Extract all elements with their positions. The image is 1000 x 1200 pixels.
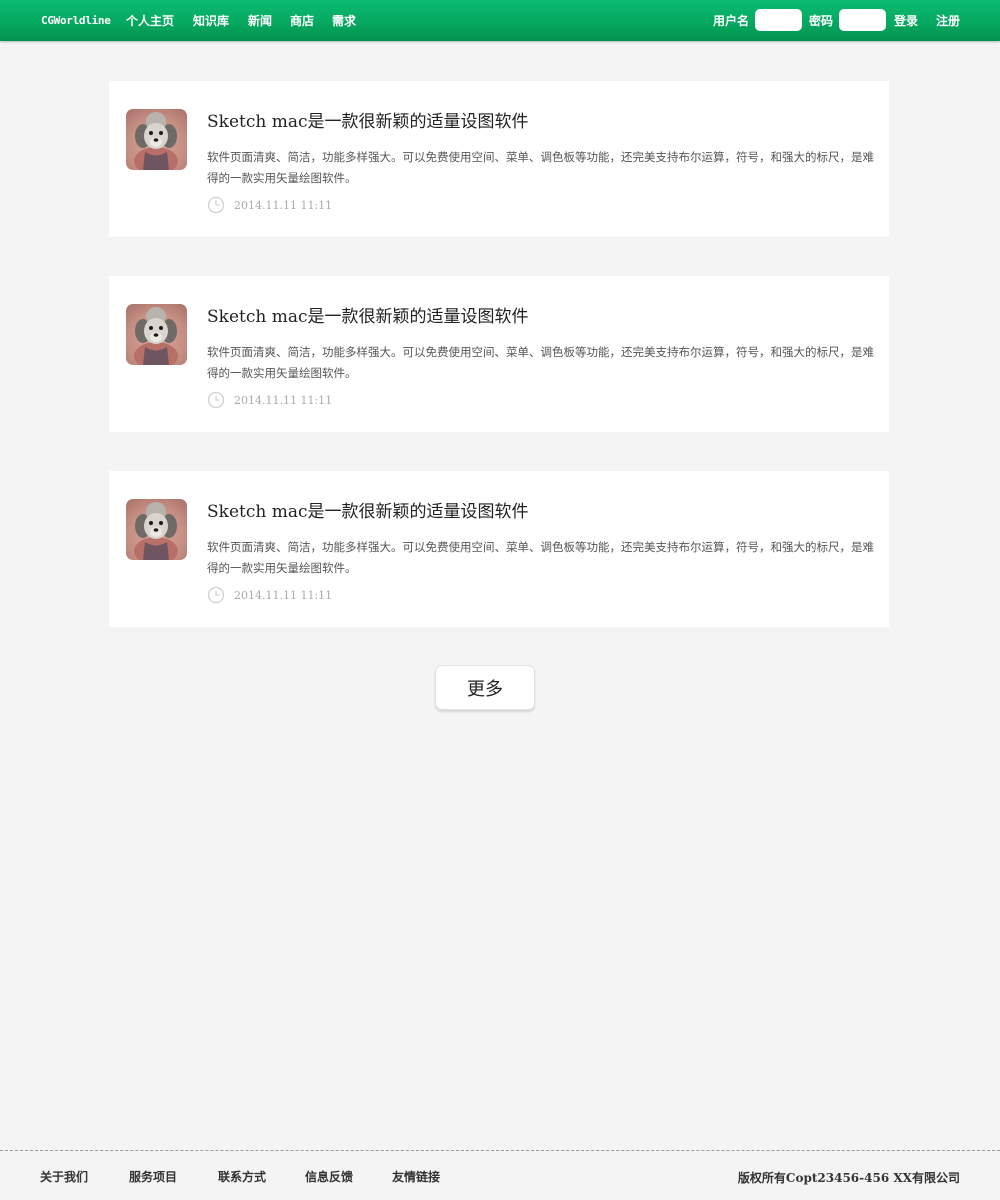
footer-link-contact[interactable]: 联系方式 xyxy=(218,1168,266,1185)
post-card[interactable]: Sketch mac是一款很新颖的适量设图软件 软件页面清爽、简洁，功能多样强大… xyxy=(109,471,889,627)
username-input[interactable] xyxy=(755,9,802,31)
username-label: 用户名 xyxy=(713,14,750,28)
copyright-text: 版权所有Copt23456-456 XX有限公司 xyxy=(737,1171,960,1185)
password-label: 密码 xyxy=(809,14,834,28)
post-time: 2014.11.11 11:11 xyxy=(234,394,333,407)
post-description: 软件页面清爽、简洁，功能多样强大。可以免费使用空间、菜单、调色板等功能，还完美支… xyxy=(207,345,874,380)
post-card[interactable]: Sketch mac是一款很新颖的适量设图软件 软件页面清爽、简洁，功能多样强大… xyxy=(109,81,889,237)
clock-icon xyxy=(207,391,225,409)
password-input[interactable] xyxy=(839,9,886,31)
register-button[interactable]: 注册 xyxy=(936,12,960,29)
login-button[interactable]: 登录 xyxy=(894,12,918,29)
poodle-avatar-icon[interactable] xyxy=(126,304,187,365)
nav-link-home[interactable]: 个人主页 xyxy=(126,12,174,29)
footer-link-about[interactable]: 关于我们 xyxy=(40,1168,88,1185)
clock-icon xyxy=(207,196,225,214)
brand-logo[interactable]: CGWorldline xyxy=(41,14,111,27)
more-button[interactable]: 更多 xyxy=(435,665,535,710)
poodle-avatar-icon[interactable] xyxy=(126,499,187,560)
post-card[interactable]: Sketch mac是一款很新颖的适量设图软件 软件页面清爽、简洁，功能多样强大… xyxy=(109,276,889,432)
nav-link-demand[interactable]: 需求 xyxy=(332,12,356,29)
post-description: 软件页面清爽、简洁，功能多样强大。可以免费使用空间、菜单、调色板等功能，还完美支… xyxy=(207,150,874,185)
post-title[interactable]: Sketch mac是一款很新颖的适量设图软件 xyxy=(207,302,529,327)
post-description: 软件页面清爽、简洁，功能多样强大。可以免费使用空间、菜单、调色板等功能，还完美支… xyxy=(207,540,874,575)
post-time: 2014.11.11 11:11 xyxy=(234,589,333,602)
footer-link-friends[interactable]: 友情链接 xyxy=(392,1168,440,1185)
post-title[interactable]: Sketch mac是一款很新颖的适量设图软件 xyxy=(207,497,529,522)
top-nav-bar: CGWorldline 个人主页 知识库 新闻 商店 需求 用户名 密码 登录 … xyxy=(0,0,1000,41)
nav-link-knowledge[interactable]: 知识库 xyxy=(193,12,229,29)
footer-divider xyxy=(0,1150,1000,1151)
footer-link-services[interactable]: 服务项目 xyxy=(129,1168,177,1185)
nav-link-news[interactable]: 新闻 xyxy=(248,12,272,29)
post-time: 2014.11.11 11:11 xyxy=(234,199,333,212)
post-title[interactable]: Sketch mac是一款很新颖的适量设图软件 xyxy=(207,107,529,132)
footer-link-feedback[interactable]: 信息反馈 xyxy=(305,1168,353,1185)
poodle-avatar-icon[interactable] xyxy=(126,109,187,170)
clock-icon xyxy=(207,586,225,604)
nav-link-store[interactable]: 商店 xyxy=(290,12,314,29)
